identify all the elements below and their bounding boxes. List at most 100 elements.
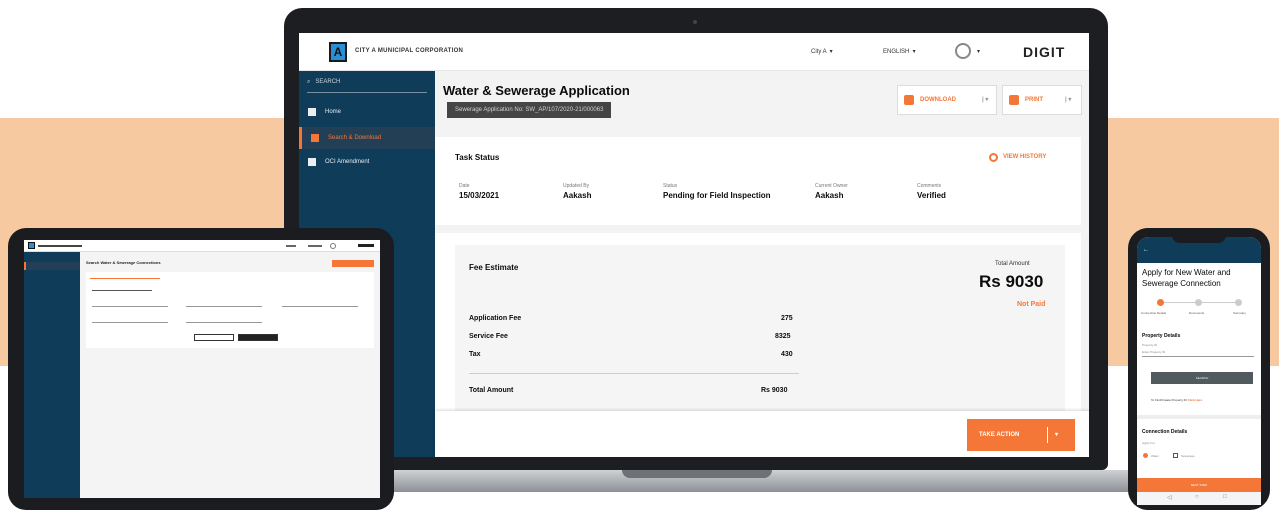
sidebar-search[interactable]: ⌕ SEARCH [307,79,427,93]
card-heading-line [92,290,152,291]
apply-for-label: Apply For [1142,441,1155,445]
city-selector[interactable] [286,245,296,247]
find-property-link[interactable]: To Find/Create Property ID Click Here [1151,398,1202,402]
phone-notch [1172,231,1226,243]
application-number: Sewerage Application No: SW_AP/107/2020-… [447,102,612,118]
fee-total-value: Rs 9030 [761,387,788,394]
reset-button[interactable] [194,334,234,341]
org-name-line [38,245,82,247]
view-history-link[interactable]: VIEW HISTORY [1003,154,1046,160]
payment-status: Not Paid [1017,301,1046,308]
step-label: Documents [1189,311,1205,315]
total-amount-label: Total Amount [995,261,1030,267]
property-id-input[interactable]: Enter Property ID [1142,350,1254,357]
tablet-primary-button[interactable] [332,260,374,267]
sidebar-item-oci[interactable]: OCI Amendment [299,151,435,173]
search-field[interactable] [92,306,168,307]
sewerage-checkbox[interactable] [1173,453,1178,458]
search-field[interactable] [186,306,262,307]
top-bar: A CITY A MUNICIPAL CORPORATION City A ▾ … [299,33,1089,71]
language-label: ENGLISH [883,49,910,55]
current-owner-value: Aakash [815,191,844,200]
chevron-down-icon: | ▾ [982,97,989,103]
next-step-button[interactable]: NEXT STEP [1137,478,1261,492]
fee-row-label: Application Fee [469,315,522,322]
phone-nav-bar: ◁ ○ □ [1137,492,1261,505]
fee-row-value: 8325 [775,333,791,340]
search-button[interactable] [238,334,278,341]
phone-page-title: Apply for New Water and Sewerage Connect… [1142,268,1231,288]
back-arrow-icon[interactable]: ← [1143,247,1149,253]
laptop-screen: A CITY A MUNICIPAL CORPORATION City A ▾ … [299,33,1089,457]
action-bar: TAKE ACTION ▾ [435,411,1089,457]
laptop-notch [622,470,772,478]
take-action-label: TAKE ACTION [979,432,1020,438]
task-status-card: Task Status VIEW HISTORY Date 15/03/2021… [435,137,1081,225]
org-name: CITY A MUNICIPAL CORPORATION [355,48,464,54]
tablet-sidebar-active-item[interactable] [24,262,80,270]
step-dot [1195,299,1202,306]
document-icon [308,158,316,166]
updated-by-label: Updated By [563,183,590,189]
search-button[interactable]: SEARCH [1151,372,1253,384]
page-title: Water & Sewerage Application [443,83,630,98]
tablet-search-card [86,272,374,348]
current-owner-label: Current Owner [815,183,848,189]
fee-total-label: Total Amount [469,387,514,394]
promo-stage: A CITY A MUNICIPAL CORPORATION City A ▾ … [0,0,1279,510]
laptop-camera [693,20,697,24]
print-button[interactable]: PRINT | ▾ [1002,85,1082,115]
user-avatar[interactable] [955,43,971,59]
comments-value: Verified [917,191,946,200]
date-value: 15/03/2021 [459,191,500,200]
back-nav-icon[interactable]: ◁ [1167,494,1172,501]
water-radio[interactable] [1143,453,1148,458]
sidebar-item-label: Home [325,109,342,115]
step-dot-active [1157,299,1164,306]
tab-active-underline[interactable] [90,278,160,279]
city-label: City A [811,49,827,55]
download-button[interactable]: DOWNLOAD | ▾ [897,85,997,115]
search-field[interactable] [186,322,262,323]
search-field[interactable] [282,306,358,307]
home-icon [308,108,316,116]
user-avatar[interactable] [330,243,336,249]
water-option-label: Water [1151,454,1159,458]
recent-nav-icon[interactable]: □ [1223,494,1227,500]
brand-logo: DIGIT [1023,44,1066,60]
sidebar-item-label: Search & Download [328,135,382,141]
step-label: Connection Details [1141,311,1167,315]
step-dot [1235,299,1242,306]
connection-section-title: Connection Details [1142,429,1188,435]
find-property-text: To Find/Create Property ID [1151,398,1187,402]
language-selector[interactable]: ENGLISH ▾ [883,48,916,55]
sidebar-item-home[interactable]: Home [299,101,435,123]
comments-label: Comments [917,183,942,189]
fee-row-label: Tax [469,351,481,358]
sidebar-item-label: OCI Amendment [325,159,370,165]
fee-row-label: Service Fee [469,333,508,340]
tablet-screen: Search Water & Sewerage Connections [24,240,380,498]
home-nav-icon[interactable]: ○ [1195,494,1199,500]
download-label: DOWNLOAD [920,97,956,103]
divider [469,373,799,374]
language-selector[interactable] [308,245,322,247]
search-field[interactable] [92,322,168,323]
chevron-down-icon[interactable]: ▾ [977,48,980,55]
sewerage-option-label: Sewerage [1181,454,1195,458]
tablet-page-title: Search Water & Sewerage Connections [86,260,161,265]
sidebar-item-search-download[interactable]: Search & Download [299,127,435,149]
history-icon [989,153,998,162]
main-content: Water & Sewerage Application Sewerage Ap… [435,71,1089,457]
click-here-link[interactable]: Click Here [1188,398,1203,402]
city-selector[interactable]: City A ▾ [811,48,833,55]
city-logo [28,242,35,249]
fee-row-value: 430 [781,351,793,358]
take-action-button[interactable]: TAKE ACTION ▾ [967,419,1075,451]
task-status-title: Task Status [455,153,500,162]
city-logo: A [329,42,347,62]
phone-screen: ← Apply for New Water and Sewerage Conne… [1137,237,1261,505]
updated-by-value: Aakash [563,191,592,200]
date-label: Date [459,183,470,189]
separator [1047,427,1048,443]
